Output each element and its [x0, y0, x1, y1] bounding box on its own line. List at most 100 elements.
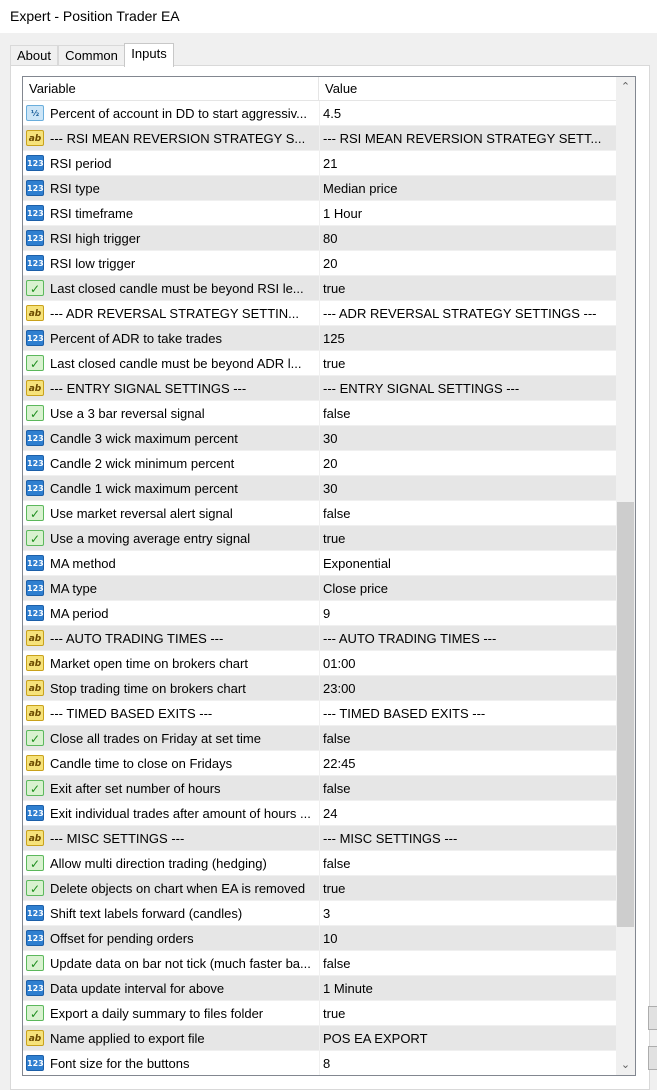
side-button-bottom[interactable]	[648, 1046, 657, 1070]
variable-value[interactable]: 1 Minute	[323, 976, 613, 1001]
table-row[interactable]: 123 Font size for the buttons 8	[23, 1051, 616, 1075]
variable-value[interactable]: 3	[323, 901, 613, 926]
table-row[interactable]: 123 MA method Exponential	[23, 551, 616, 576]
column-divider	[319, 1051, 320, 1075]
table-row[interactable]: ab --- MISC SETTINGS --- --- MISC SETTINGS…	[23, 826, 616, 851]
table-row[interactable]: ✓ Use a moving average entry signal true	[23, 526, 616, 551]
variable-value[interactable]: --- ENTRY SIGNAL SETTINGS ---	[323, 376, 613, 401]
column-header-variable[interactable]: Variable	[23, 77, 319, 101]
column-divider	[319, 926, 320, 951]
table-row[interactable]: ab Name applied to export file POS EA EXPO…	[23, 1026, 616, 1051]
column-divider	[319, 351, 320, 376]
variable-value[interactable]: POS EA EXPORT	[323, 1026, 613, 1051]
table-row[interactable]: ✓ Close all trades on Friday at set time f…	[23, 726, 616, 751]
variable-value[interactable]: --- TIMED BASED EXITS ---	[323, 701, 613, 726]
table-row[interactable]: 123 MA type Close price	[23, 576, 616, 601]
table-row[interactable]: ✓ Delete objects on chart when EA is remo…	[23, 876, 616, 901]
column-divider	[319, 776, 320, 801]
variable-value[interactable]: false	[323, 951, 613, 976]
variable-value[interactable]: 4.5	[323, 101, 613, 126]
table-row[interactable]: ✓ Last closed candle must be beyond ADR l…	[23, 351, 616, 376]
table-row[interactable]: 123 RSI timeframe 1 Hour	[23, 201, 616, 226]
table-row[interactable]: ab --- ENTRY SIGNAL SETTINGS --- --- ENTRY…	[23, 376, 616, 401]
variable-value[interactable]: 10	[323, 926, 613, 951]
variable-value[interactable]: true	[323, 876, 613, 901]
variable-name: Update data on bar not tick (much faster…	[50, 956, 311, 971]
variable-value[interactable]: true	[323, 351, 613, 376]
variable-value[interactable]: Median price	[323, 176, 613, 201]
table-row[interactable]: 123 RSI low trigger 20	[23, 251, 616, 276]
variable-value[interactable]: 24	[323, 801, 613, 826]
side-button-top[interactable]	[648, 1006, 657, 1030]
variable-value[interactable]: 20	[323, 251, 613, 276]
table-row[interactable]: ✓ Exit after set number of hours false	[23, 776, 616, 801]
column-divider	[319, 751, 320, 776]
variable-value[interactable]: 125	[323, 326, 613, 351]
table-row[interactable]: ab Stop trading time on brokers chart 23:0…	[23, 676, 616, 701]
variable-value[interactable]: false	[323, 726, 613, 751]
table-row[interactable]: 123 RSI type Median price	[23, 176, 616, 201]
variable-value[interactable]: --- AUTO TRADING TIMES ---	[323, 626, 613, 651]
table-row[interactable]: 123 Candle 2 wick minimum percent 20	[23, 451, 616, 476]
table-row[interactable]: 123 MA period 9	[23, 601, 616, 626]
variable-value[interactable]: 9	[323, 601, 613, 626]
table-row[interactable]: 123 Candle 3 wick maximum percent 30	[23, 426, 616, 451]
variable-value[interactable]: 21	[323, 151, 613, 176]
column-header-value[interactable]: Value	[319, 77, 616, 101]
variable-value[interactable]: false	[323, 401, 613, 426]
variable-value[interactable]: 1 Hour	[323, 201, 613, 226]
table-row[interactable]: ab --- RSI MEAN REVERSION STRATEGY S... --…	[23, 126, 616, 151]
variable-name: RSI type	[50, 181, 100, 196]
table-row[interactable]: 123 Offset for pending orders 10	[23, 926, 616, 951]
scroll-down-icon[interactable]: ⌄	[616, 1055, 635, 1075]
table-row[interactable]: 123 Exit individual trades after amount o…	[23, 801, 616, 826]
tab-about[interactable]: About	[10, 45, 58, 66]
variable-value[interactable]: 20	[323, 451, 613, 476]
table-row[interactable]: ab Market open time on brokers chart 01:00	[23, 651, 616, 676]
variable-value[interactable]: true	[323, 526, 613, 551]
tab-common[interactable]: Common	[58, 45, 125, 66]
variable-value[interactable]: 01:00	[323, 651, 613, 676]
variable-value[interactable]: false	[323, 776, 613, 801]
table-row[interactable]: ✓ Export a daily summary to files folder t…	[23, 1001, 616, 1026]
table-row[interactable]: ab --- TIMED BASED EXITS --- --- TIMED BAS…	[23, 701, 616, 726]
variable-value[interactable]: --- ADR REVERSAL STRATEGY SETTINGS ---	[323, 301, 613, 326]
table-row[interactable]: ✓ Use market reversal alert signal false	[23, 501, 616, 526]
variable-value[interactable]: Exponential	[323, 551, 613, 576]
variable-name: Last closed candle must be beyond ADR l.…	[50, 356, 302, 371]
variable-name: Use a moving average entry signal	[50, 531, 251, 546]
variable-value[interactable]: 80	[323, 226, 613, 251]
vertical-scrollbar[interactable]: ⌃ ⌄	[616, 77, 635, 1075]
table-row[interactable]: ab Candle time to close on Fridays 22:45	[23, 751, 616, 776]
variable-value[interactable]: 8	[323, 1051, 613, 1075]
table-row[interactable]: 123 RSI period 21	[23, 151, 616, 176]
table-row[interactable]: 123 Shift text labels forward (candles) 3	[23, 901, 616, 926]
variable-value[interactable]: 30	[323, 476, 613, 501]
variable-value[interactable]: 23:00	[323, 676, 613, 701]
variable-value[interactable]: Close price	[323, 576, 613, 601]
variable-value[interactable]: 22:45	[323, 751, 613, 776]
tab-inputs[interactable]: Inputs	[124, 43, 174, 67]
variable-value[interactable]: --- MISC SETTINGS ---	[323, 826, 613, 851]
variable-value[interactable]: 30	[323, 426, 613, 451]
table-row[interactable]: 123 Candle 1 wick maximum percent 30	[23, 476, 616, 501]
variable-name: Candle 1 wick maximum percent	[50, 481, 238, 496]
variable-value[interactable]: true	[323, 1001, 613, 1026]
variable-value[interactable]: true	[323, 276, 613, 301]
variable-value[interactable]: --- RSI MEAN REVERSION STRATEGY SETT...	[323, 126, 613, 151]
inputs-list[interactable]: Variable Value ½ Percent of account in DD…	[22, 76, 636, 1076]
variable-value[interactable]: false	[323, 501, 613, 526]
table-row[interactable]: ✓ Allow multi direction trading (hedging)…	[23, 851, 616, 876]
table-row[interactable]: 123 RSI high trigger 80	[23, 226, 616, 251]
table-row[interactable]: ✓ Last closed candle must be beyond RSI l…	[23, 276, 616, 301]
table-row[interactable]: ab --- ADR REVERSAL STRATEGY SETTIN... ---…	[23, 301, 616, 326]
variable-value[interactable]: false	[323, 851, 613, 876]
table-row[interactable]: ✓ Update data on bar not tick (much faste…	[23, 951, 616, 976]
table-row[interactable]: 123 Data update interval for above 1 Minut…	[23, 976, 616, 1001]
table-row[interactable]: 123 Percent of ADR to take trades 125	[23, 326, 616, 351]
scrollbar-thumb[interactable]	[617, 502, 634, 927]
table-row[interactable]: ✓ Use a 3 bar reversal signal false	[23, 401, 616, 426]
table-row[interactable]: ½ Percent of account in DD to start aggre…	[23, 101, 616, 126]
table-row[interactable]: ab --- AUTO TRADING TIMES --- --- AUTO TRA…	[23, 626, 616, 651]
scroll-up-icon[interactable]: ⌃	[616, 77, 635, 97]
